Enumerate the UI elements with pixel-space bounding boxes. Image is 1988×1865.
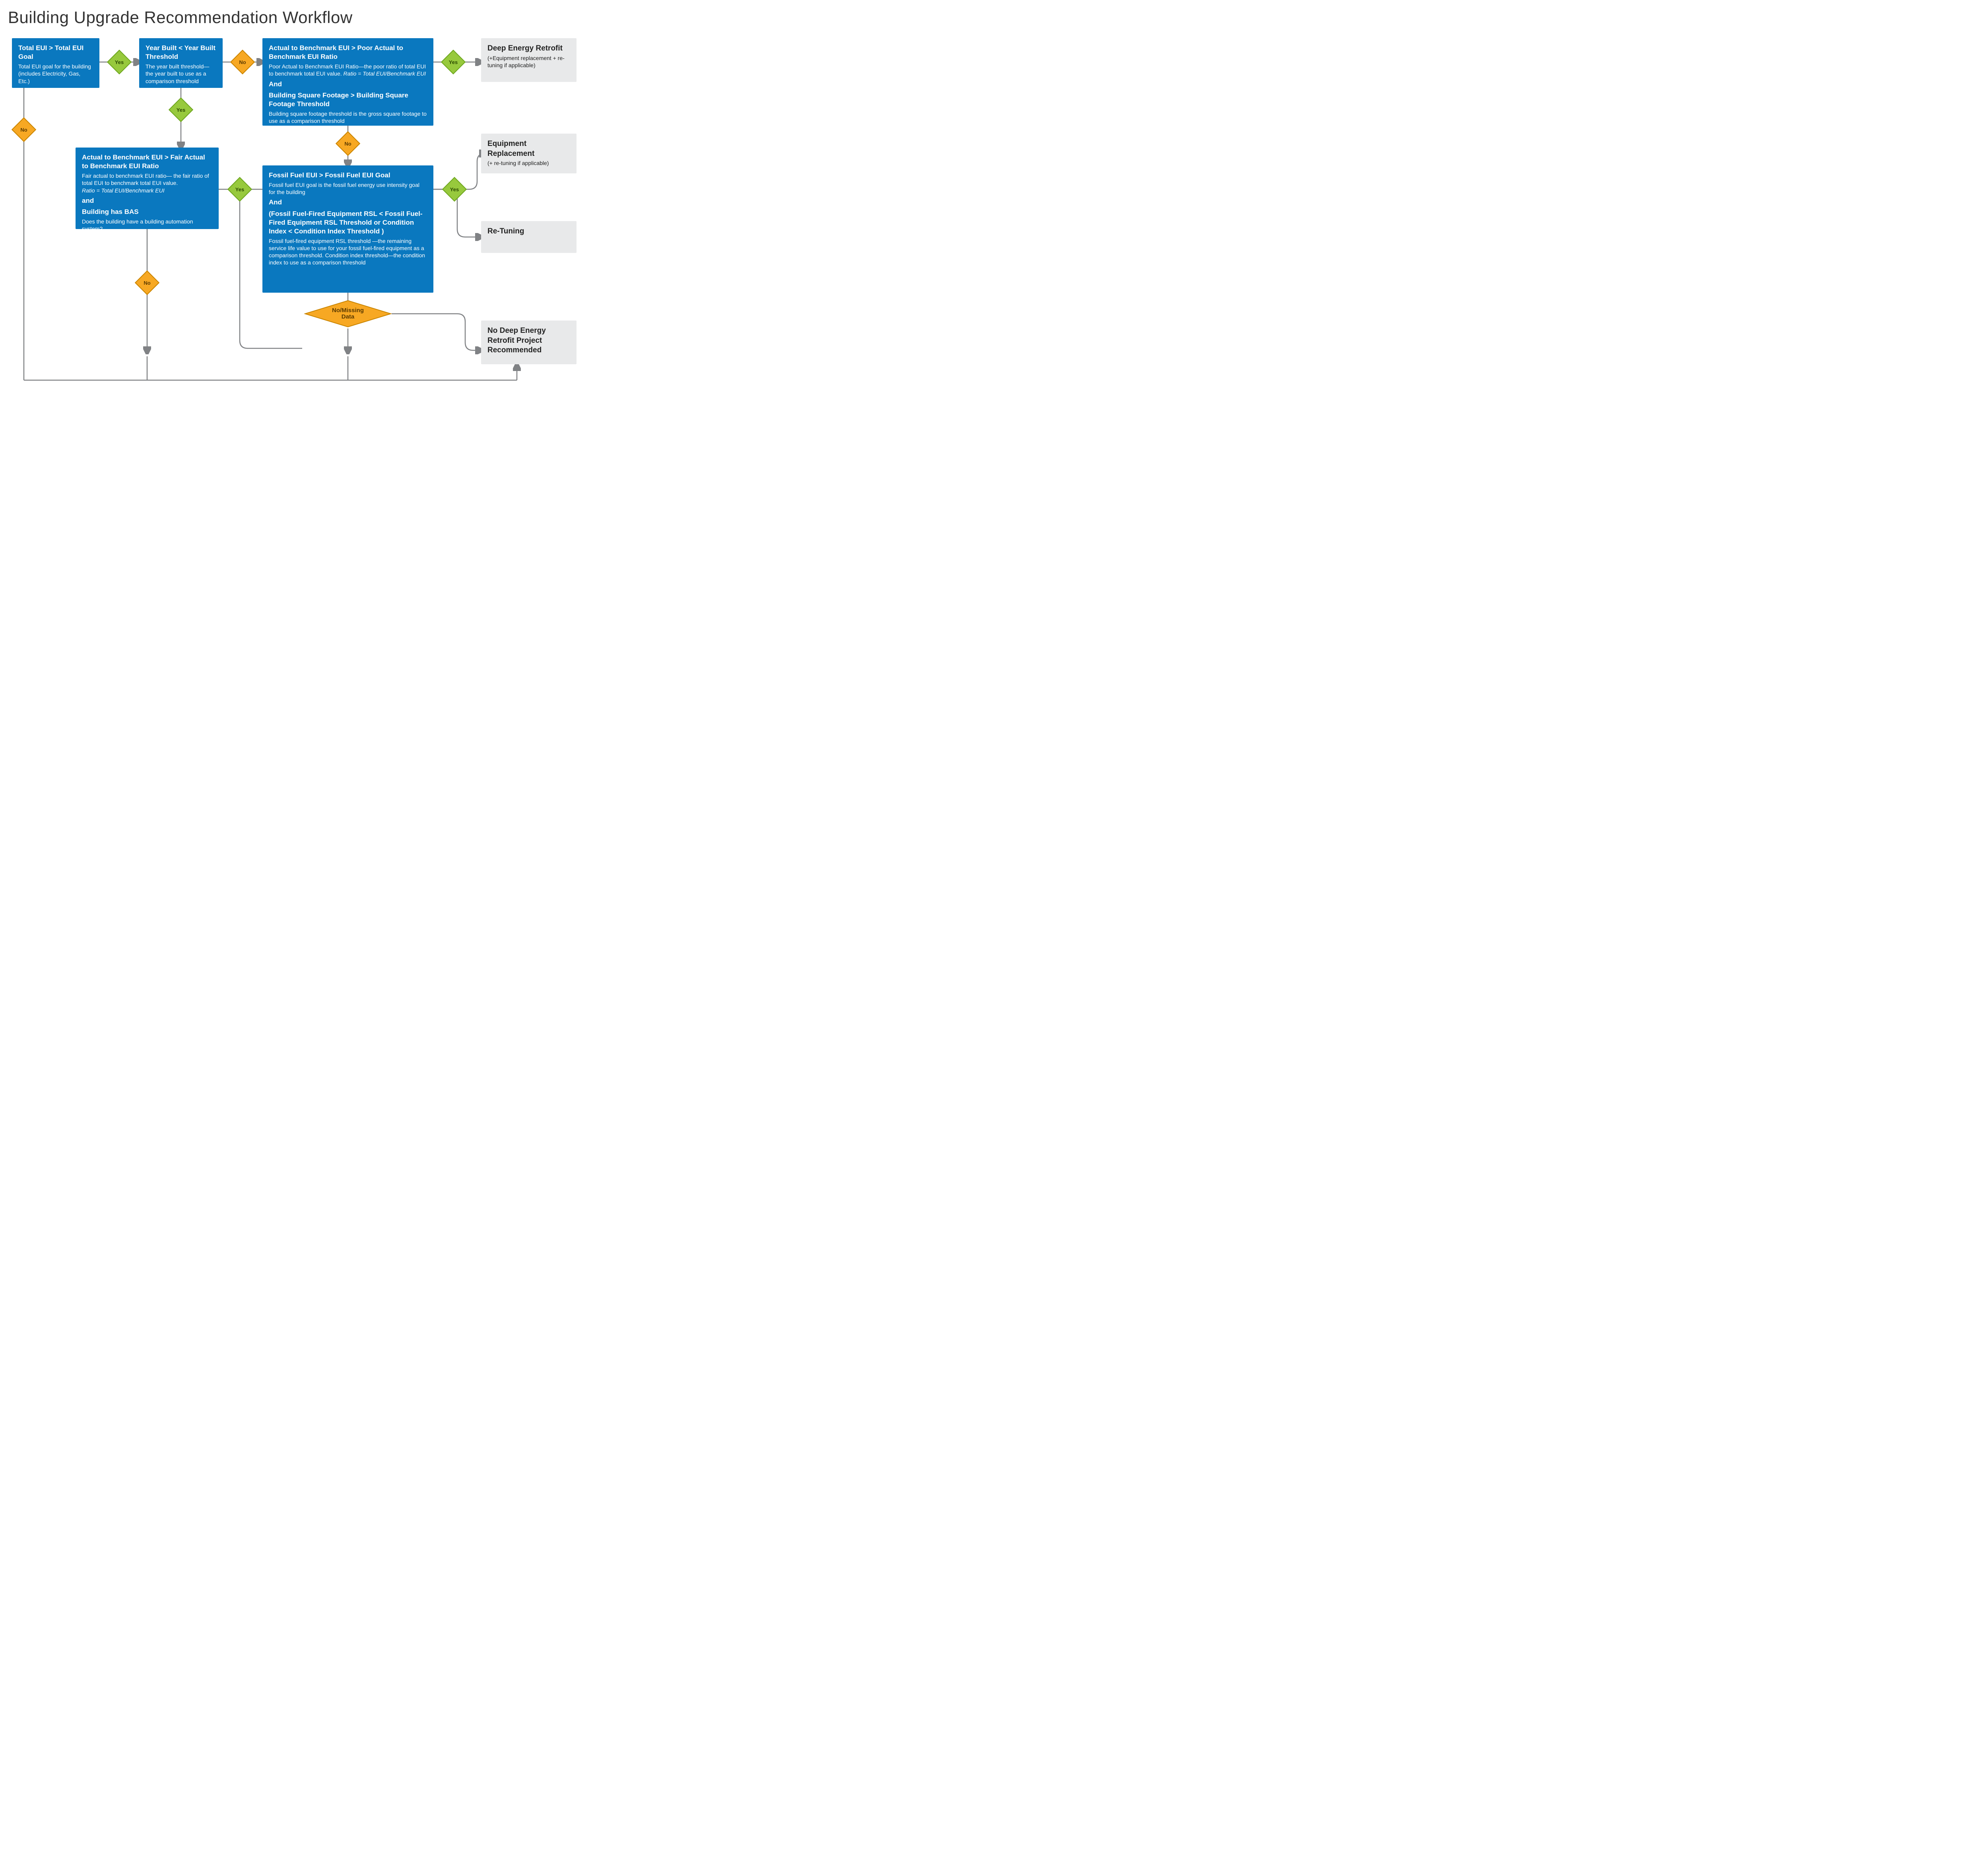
node-title-1: Actual to Benchmark EUI > Poor Actual to… — [269, 44, 427, 61]
decision-no: No — [234, 53, 251, 71]
result-title: No Deep Energy Retrofit Project Recommen… — [487, 326, 570, 356]
node-benchmark-poor-and-sqft: Actual to Benchmark EUI > Poor Actual to… — [262, 38, 433, 126]
node-title: Year Built < Year Built Threshold — [146, 44, 216, 61]
decision-no-missing-data: No/Missing Data — [304, 300, 392, 328]
decision-no: No — [138, 274, 156, 291]
node-title: Total EUI > Total EUI Goal — [18, 44, 93, 61]
result-equipment-replacement: Equipment Replacement (+ re-tuning if ap… — [481, 134, 577, 173]
node-desc-1: Fair actual to benchmark EUI ratio— the … — [82, 172, 212, 194]
node-benchmark-fair-and-bas: Actual to Benchmark EUI > Fair Actual to… — [76, 148, 219, 229]
node-title-2: (Fossil Fuel-Fired Equipment RSL < Fossi… — [269, 210, 427, 236]
node-desc-2: Does the building have a building automa… — [82, 218, 212, 232]
node-desc-1: Poor Actual to Benchmark EUI Ratio—the p… — [269, 63, 427, 77]
node-and: And — [269, 198, 427, 207]
node-desc-2: Fossil fuel-fired equipment RSL threshol… — [269, 237, 427, 266]
decision-label: No/Missing Data — [332, 307, 364, 321]
node-desc: Total EUI goal for the building (include… — [18, 63, 93, 85]
page-title: Building Upgrade Recommendation Workflow — [8, 8, 1980, 27]
node-fossil-fuel: Fossil Fuel EUI > Fossil Fuel EUI Goal F… — [262, 165, 433, 293]
node-year-built: Year Built < Year Built Threshold The ye… — [139, 38, 223, 88]
decision-yes: Yes — [445, 53, 462, 71]
node-title-1: Actual to Benchmark EUI > Fair Actual to… — [82, 153, 212, 171]
decision-yes: Yes — [111, 53, 128, 71]
decision-yes: Yes — [172, 101, 190, 119]
result-desc: (+Equipment replacement + re-tuning if a… — [487, 54, 570, 69]
decision-yes: Yes — [231, 181, 248, 198]
result-deep-energy-retrofit: Deep Energy Retrofit (+Equipment replace… — [481, 38, 577, 82]
result-no-retrofit-recommended: No Deep Energy Retrofit Project Recommen… — [481, 321, 577, 364]
node-total-eui-goal: Total EUI > Total EUI Goal Total EUI goa… — [12, 38, 99, 88]
result-desc: (+ re-tuning if applicable) — [487, 159, 570, 167]
node-desc: The year built threshold— the year built… — [146, 63, 216, 85]
result-re-tuning: Re-Tuning — [481, 221, 577, 253]
node-title-2: Building has BAS — [82, 208, 212, 216]
node-title-1: Fossil Fuel EUI > Fossil Fuel EUI Goal — [269, 171, 427, 180]
decision-yes: Yes — [446, 181, 463, 198]
result-title: Equipment Replacement — [487, 139, 570, 159]
decision-no: No — [15, 121, 33, 138]
result-title: Re-Tuning — [487, 227, 570, 237]
decision-no: No — [339, 135, 357, 152]
node-desc-1: Fossil fuel EUI goal is the fossil fuel … — [269, 181, 427, 196]
flowchart-canvas: Total EUI > Total EUI Goal Total EUI goa… — [8, 34, 584, 392]
node-and: And — [269, 80, 427, 89]
node-title-2: Building Square Footage > Building Squar… — [269, 91, 427, 109]
result-title: Deep Energy Retrofit — [487, 44, 570, 54]
node-and: and — [82, 196, 212, 205]
node-desc-2: Building square footage threshold is the… — [269, 110, 427, 124]
